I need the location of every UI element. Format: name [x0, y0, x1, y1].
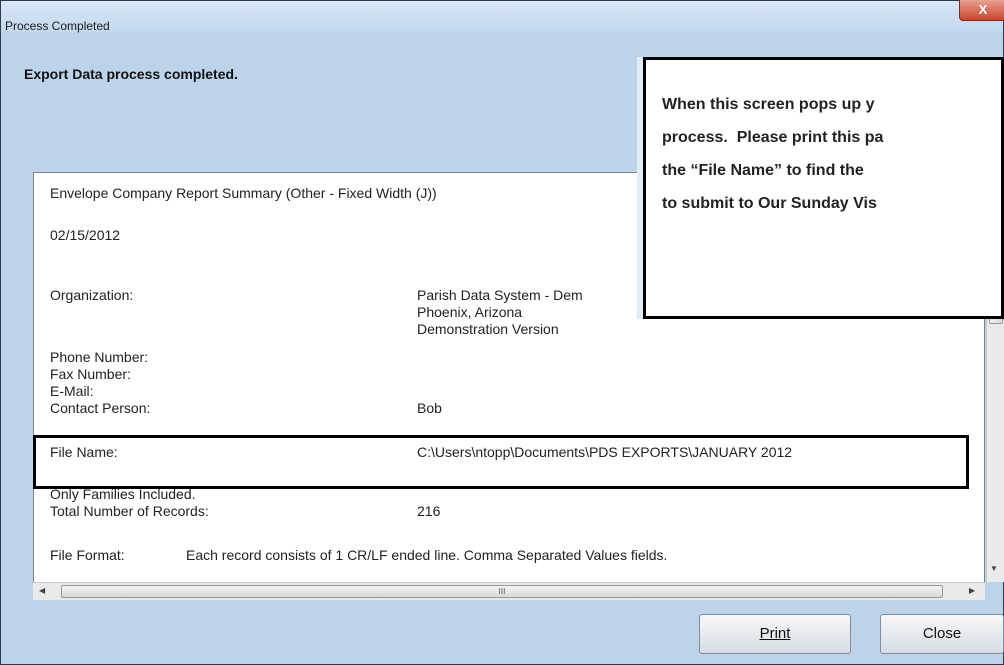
- report-title: Envelope Company Report Summary (Other -…: [50, 185, 437, 201]
- instruction-callout: When this screen pops up y process. Plea…: [643, 57, 1004, 319]
- scroll-left-arrow-icon[interactable]: ◀: [39, 586, 45, 595]
- print-button[interactable]: Print: [699, 614, 851, 654]
- completion-heading: Export Data process completed.: [24, 66, 238, 82]
- horizontal-scrollbar[interactable]: ◀ III ▶: [33, 582, 985, 600]
- organization-version: Demonstration Version: [417, 321, 559, 337]
- callout-line-1: When this screen pops up y: [662, 96, 875, 113]
- horizontal-scroll-thumb[interactable]: III: [61, 585, 943, 598]
- callout-text: When this screen pops up y process. Plea…: [662, 88, 1004, 220]
- records-value: 216: [417, 503, 441, 519]
- callout-line-3: the “File Name” to find the: [662, 162, 869, 179]
- callout-line-2: process. Please print this pa: [662, 129, 884, 146]
- file-format-label: File Format:: [50, 547, 125, 563]
- contact-value: Bob: [417, 400, 442, 416]
- email-label: E-Mail:: [50, 383, 94, 399]
- organization-label: Organization:: [50, 287, 134, 303]
- file-format-value: Each record consists of 1 CR/LF ended li…: [186, 547, 668, 563]
- callout-line-4: to submit to Our Sunday Vis: [662, 195, 877, 212]
- window-title: Process Completed: [5, 19, 110, 33]
- scroll-down-arrow-icon[interactable]: ▼: [990, 564, 998, 573]
- fax-label: Fax Number:: [50, 366, 131, 382]
- window-close-icon[interactable]: X: [959, 0, 1004, 21]
- organization-city: Phoenix, Arizona: [417, 304, 523, 320]
- phone-label: Phone Number:: [50, 349, 149, 365]
- print-button-label: Print: [759, 625, 791, 642]
- organization-name: Parish Data System - Dem: [417, 287, 583, 303]
- title-bar: Process Completed: [1, 1, 1003, 33]
- scroll-right-arrow-icon[interactable]: ▶: [969, 586, 975, 595]
- file-name-highlight-box: [33, 435, 969, 489]
- close-button-label: Close: [922, 625, 962, 642]
- report-date: 02/15/2012: [50, 227, 121, 243]
- records-label: Total Number of Records:: [50, 503, 209, 519]
- contact-label: Contact Person:: [50, 400, 151, 416]
- close-button[interactable]: Close: [880, 614, 1004, 654]
